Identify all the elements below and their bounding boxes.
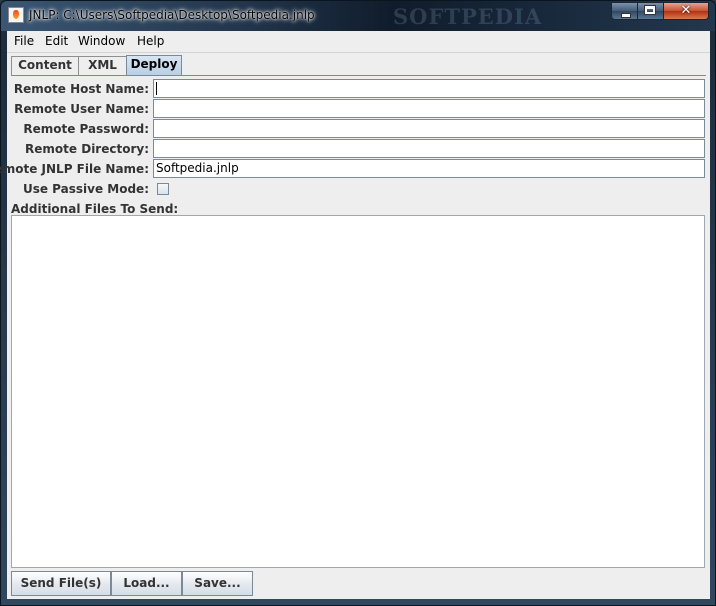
remote-jnlp-field[interactable]: Softpedia.jnlp — [153, 159, 705, 178]
menu-help[interactable]: Help — [137, 34, 164, 48]
remote-directory-label: Remote Directory: — [25, 142, 149, 156]
application-window: JNLP: C:\Users\Softpedia\Desktop\Softped… — [0, 0, 716, 606]
menu-bar: File Edit Window Help — [7, 31, 710, 53]
remote-user-field[interactable] — [153, 99, 705, 118]
java-cup-icon[interactable] — [8, 7, 24, 23]
minimize-button[interactable] — [611, 2, 638, 20]
additional-files-area[interactable] — [11, 215, 705, 568]
remote-password-label: Remote Password: — [23, 122, 149, 136]
save-button[interactable]: Save... — [182, 571, 253, 596]
passive-mode-checkbox[interactable] — [157, 183, 169, 195]
tab-divider — [11, 75, 706, 76]
window-title: JNLP: C:\Users\Softpedia\Desktop\Softped… — [29, 8, 315, 22]
tab-strip: Content XML Deploy — [11, 55, 710, 75]
tab-deploy[interactable]: Deploy — [126, 55, 182, 75]
caption-buttons: ✕ — [611, 2, 709, 21]
close-icon: ✕ — [680, 3, 692, 18]
menu-file[interactable]: File — [14, 34, 34, 48]
close-button[interactable]: ✕ — [664, 2, 709, 20]
maximize-button[interactable] — [638, 2, 664, 20]
tab-content[interactable]: Content — [11, 56, 79, 75]
remote-jnlp-label: Remote JNLP File Name: — [0, 162, 149, 176]
menu-edit[interactable]: Edit — [45, 34, 68, 48]
minimize-icon — [621, 13, 631, 18]
load-button[interactable]: Load... — [111, 571, 182, 596]
additional-files-label: Additional Files To Send: — [11, 202, 179, 216]
remote-user-label: Remote User Name: — [14, 102, 149, 116]
title-bar[interactable]: JNLP: C:\Users\Softpedia\Desktop\Softped… — [1, 1, 715, 31]
send-files-button[interactable]: Send File(s) — [11, 571, 111, 596]
maximize-icon — [644, 5, 656, 15]
remote-host-label: Remote Host Name: — [13, 82, 149, 96]
remote-password-field[interactable] — [153, 119, 705, 138]
remote-jnlp-value: Softpedia.jnlp — [156, 161, 239, 175]
tab-xml[interactable]: XML — [78, 56, 127, 75]
remote-host-field[interactable] — [153, 79, 705, 98]
client-area: File Edit Window Help Content XML Deploy… — [0, 31, 710, 599]
remote-directory-field[interactable] — [153, 139, 705, 158]
text-caret — [156, 82, 157, 95]
passive-mode-label: Use Passive Mode: — [22, 182, 149, 196]
watermark: SOFTPEDIA — [393, 4, 543, 29]
menu-window[interactable]: Window — [78, 34, 125, 48]
